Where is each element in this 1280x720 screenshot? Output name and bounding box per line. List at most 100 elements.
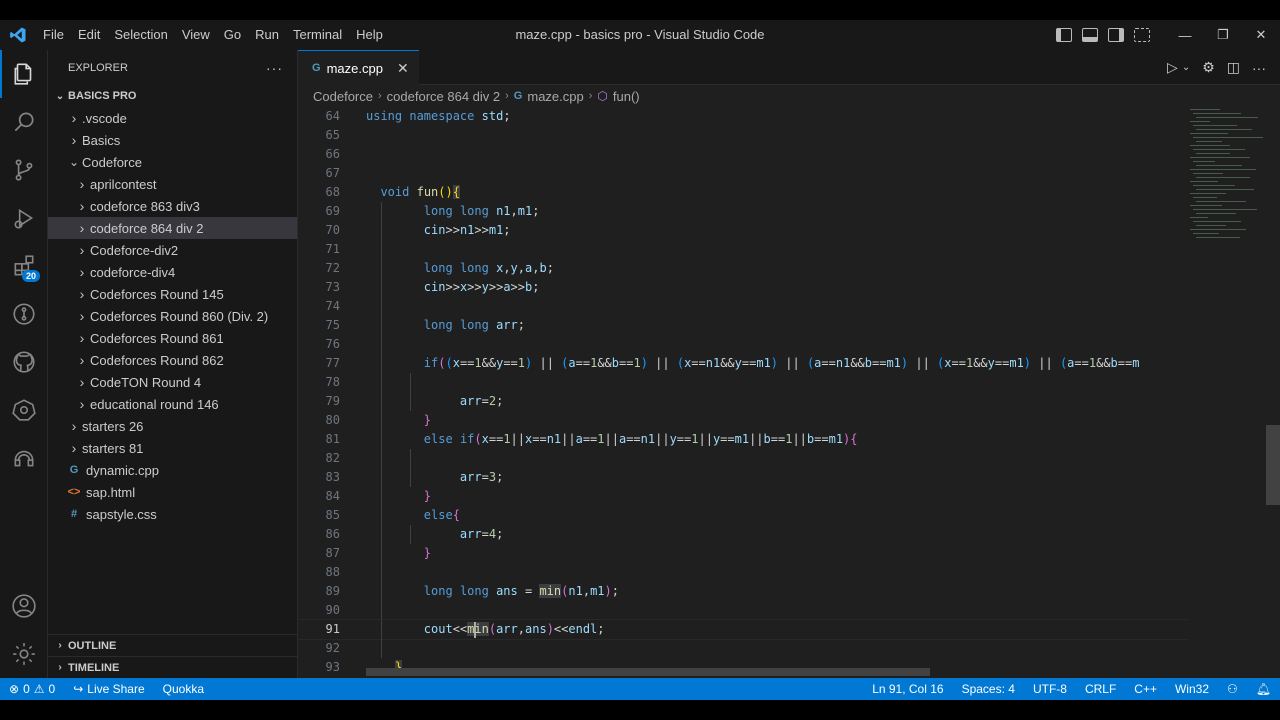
menu-run[interactable]: Run (248, 20, 286, 50)
tree-file[interactable]: <> sap.html (48, 481, 297, 503)
toggle-panel-icon[interactable] (1082, 28, 1098, 42)
code-line[interactable]: 80 } (298, 411, 1188, 430)
code-line[interactable]: 70 cin>>n1>>m1; (298, 221, 1188, 240)
tree-folder[interactable]: › .vscode (48, 107, 297, 129)
code-line[interactable]: 92 (298, 639, 1188, 658)
platform-config[interactable]: Win32 (1166, 682, 1218, 696)
explorer-icon[interactable] (0, 50, 48, 98)
tree-folder[interactable]: › Codeforces Round 860 (Div. 2) (48, 305, 297, 327)
restore-button[interactable]: ❐ (1204, 20, 1242, 50)
problems-status[interactable]: ⊗ 0 ⚠ 0 (0, 682, 64, 696)
code-line[interactable]: 90 (298, 601, 1188, 620)
tree-folder[interactable]: › starters 26 (48, 415, 297, 437)
close-window-button[interactable]: ✕ (1242, 20, 1280, 50)
settings-gear-icon[interactable]: ⚙ (1202, 59, 1215, 76)
source-control-icon[interactable] (0, 146, 48, 194)
workspace-header[interactable]: ⌄ BASICS PRO (48, 85, 297, 107)
menu-terminal[interactable]: Terminal (286, 20, 349, 50)
breadcrumb-item[interactable]: codeforce 864 div 2 (387, 89, 500, 104)
tree-folder[interactable]: › CodeTON Round 4 (48, 371, 297, 393)
horizontal-scrollbar[interactable] (366, 668, 930, 676)
split-editor-icon[interactable]: ◫ (1227, 59, 1240, 76)
code-line[interactable]: 72 long long x,y,a,b; (298, 259, 1188, 278)
run-dropdown-chevron-icon[interactable]: ⌄ (1182, 62, 1190, 73)
code-line[interactable]: 75 long long arr; (298, 316, 1188, 335)
code-line[interactable]: 78 (298, 373, 1188, 392)
tree-file[interactable]: Gdynamic.cpp (48, 459, 297, 481)
accounts-icon[interactable] (0, 582, 48, 630)
code-line[interactable]: 85 else{ (298, 506, 1188, 525)
tree-folder[interactable]: › Codeforce-div2 (48, 239, 297, 261)
github-icon[interactable] (0, 338, 48, 386)
menu-selection[interactable]: Selection (107, 20, 174, 50)
end-of-line[interactable]: CRLF (1076, 682, 1125, 696)
code-line[interactable]: 64 using namespace std; (298, 107, 1188, 126)
live-share-status[interactable]: ↪ Live Share (64, 682, 153, 696)
menu-file[interactable]: File (36, 20, 71, 50)
timeline-section[interactable]: › TIMELINE (48, 656, 297, 678)
tree-file[interactable]: # sapstyle.css (48, 503, 297, 525)
menu-view[interactable]: View (175, 20, 217, 50)
breadcrumb-item[interactable]: fun() (613, 89, 640, 104)
explorer-more-actions-icon[interactable]: ··· (266, 60, 283, 76)
code-line[interactable]: 66 (298, 145, 1188, 164)
code-line[interactable]: 86 arr=4; (298, 525, 1188, 544)
code-line[interactable]: 84 } (298, 487, 1188, 506)
toggle-secondary-sidebar-icon[interactable] (1108, 28, 1124, 42)
tree-folder[interactable]: › codeforce 864 div 2 (48, 217, 297, 239)
indentation[interactable]: Spaces: 4 (953, 682, 1024, 696)
menu-go[interactable]: Go (217, 20, 248, 50)
toggle-primary-sidebar-icon[interactable] (1056, 28, 1072, 42)
manage-gear-icon[interactable] (0, 630, 48, 678)
tree-folder[interactable]: › codeforce-div4 (48, 261, 297, 283)
tree-folder[interactable]: › Basics (48, 129, 297, 151)
code-line[interactable]: 69 long long n1,m1; (298, 202, 1188, 221)
minimap[interactable] (1186, 107, 1266, 678)
code-line[interactable]: 83 arr=3; (298, 468, 1188, 487)
close-tab-icon[interactable]: ✕ (397, 60, 409, 77)
search-icon[interactable] (0, 98, 48, 146)
language-mode[interactable]: C++ (1125, 682, 1166, 696)
kubernetes-icon[interactable] (0, 386, 48, 434)
code-line[interactable]: 89 long long ans = min(n1,m1); (298, 582, 1188, 601)
tree-folder[interactable]: › Codeforces Round 861 (48, 327, 297, 349)
notifications-bell-icon[interactable]: 🔔︎ (1247, 682, 1280, 696)
encoding[interactable]: UTF-8 (1024, 682, 1076, 696)
run-code-icon[interactable]: ▷ (1167, 59, 1178, 76)
cursor-position[interactable]: Ln 91, Col 16 (863, 682, 952, 696)
tree-folder[interactable]: › aprilcontest (48, 173, 297, 195)
code-editor[interactable]: 64 using namespace std; 65 66 67 68 void fun(… (298, 107, 1188, 678)
quokka-status[interactable]: Quokka (154, 682, 213, 696)
breadcrumb-item[interactable]: Codeforce (313, 89, 373, 104)
code-line[interactable]: 81 else if(x==1||x==n1||a==1||a==n1||y==… (298, 430, 1188, 449)
minimize-button[interactable]: — (1166, 20, 1204, 50)
tab-maze-cpp[interactable]: G maze.cpp ✕ (298, 50, 419, 85)
extensions-icon[interactable]: 20 (0, 242, 48, 290)
tree-folder[interactable]: › Codeforces Round 145 (48, 283, 297, 305)
code-line[interactable]: 77 if((x==1&&y==1) || (a==1&&b==1) || (x… (298, 354, 1188, 373)
scrollbar-thumb[interactable] (1266, 425, 1280, 505)
tree-folder[interactable]: › codeforce 863 div3 (48, 195, 297, 217)
code-line[interactable]: 76 (298, 335, 1188, 354)
code-line[interactable]: 82 (298, 449, 1188, 468)
remote-explorer-icon[interactable] (0, 434, 48, 482)
run-debug-icon[interactable] (0, 194, 48, 242)
menu-edit[interactable]: Edit (71, 20, 107, 50)
code-line[interactable]: 71 (298, 240, 1188, 259)
feedback-icon[interactable]: ⚇ (1218, 682, 1247, 696)
tree-folder[interactable]: ⌄ Codeforce (48, 151, 297, 173)
code-line[interactable]: 73 cin>>x>>y>>a>>b; (298, 278, 1188, 297)
vertical-scrollbar[interactable] (1266, 107, 1280, 678)
code-line[interactable]: 65 (298, 126, 1188, 145)
menu-help[interactable]: Help (349, 20, 390, 50)
more-actions-icon[interactable]: ··· (1252, 60, 1266, 76)
code-line[interactable]: 88 (298, 563, 1188, 582)
code-line[interactable]: 79 arr=2; (298, 392, 1188, 411)
code-line[interactable]: 68 void fun(){ (298, 183, 1188, 202)
breadcrumb-item[interactable]: maze.cpp (527, 89, 583, 104)
customize-layout-icon[interactable] (1134, 28, 1150, 42)
tree-folder[interactable]: › Codeforces Round 862 (48, 349, 297, 371)
code-line[interactable]: 91 cout<<min(arr,ans)<<endl; (298, 619, 1188, 640)
code-line[interactable]: 74 (298, 297, 1188, 316)
code-line[interactable]: 67 (298, 164, 1188, 183)
